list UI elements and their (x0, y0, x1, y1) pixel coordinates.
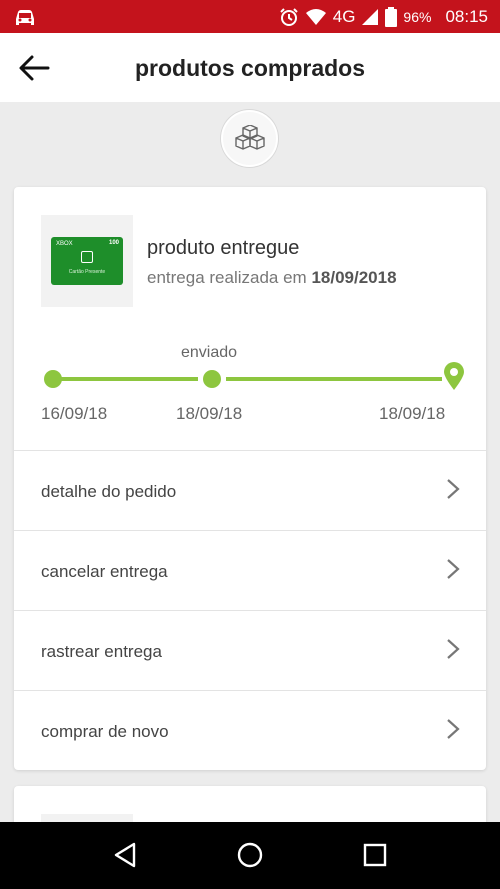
track-delivery-row[interactable]: rastrear entrega (14, 611, 486, 690)
signal-icon (362, 8, 379, 25)
map-pin-icon (444, 362, 464, 390)
row-label: detalhe do pedido (41, 482, 177, 501)
row-label: cancelar entrega (41, 562, 168, 581)
wifi-icon (305, 8, 326, 25)
row-label: comprar de novo (41, 722, 169, 741)
products-badge (221, 110, 278, 167)
timeline-dot-ordered (44, 370, 62, 388)
order-details-row[interactable]: detalhe do pedido (14, 451, 486, 530)
chevron-right-icon (447, 559, 460, 579)
delivery-timeline: enviado 16/09/18 18/09/18 18/09/18 (14, 337, 486, 432)
status-bar: 4G 96% 08:15 (0, 0, 500, 33)
nav-home-icon[interactable] (235, 840, 265, 870)
battery-icon (385, 6, 398, 27)
alarm-icon (280, 7, 298, 26)
network-type: 4G (332, 6, 356, 26)
delivery-date: 18/09/2018 (311, 268, 397, 287)
timeline-dot-shipped (203, 370, 221, 388)
nav-recents-icon[interactable] (360, 840, 390, 870)
shopping-bag-icon (81, 251, 93, 263)
timeline-date-2: 18/09/18 (176, 404, 243, 423)
system-nav-bar (0, 822, 500, 889)
delivery-status-subtitle: entrega realizada em 18/09/2018 (147, 268, 397, 287)
app-bar: produtos comprados (0, 33, 500, 102)
row-label: rastrear entrega (41, 642, 162, 661)
buy-again-row[interactable]: comprar de novo (14, 691, 486, 770)
boxes-icon (234, 124, 265, 150)
page-title: produtos comprados (134, 55, 365, 81)
clock: 08:15 (445, 6, 488, 26)
chevron-right-icon (447, 639, 460, 659)
timeline-date-3: 18/09/18 (379, 404, 446, 423)
car-icon (16, 10, 34, 25)
nav-back-icon[interactable] (110, 840, 140, 870)
order-card: XBOX 100 Cartão Presente produto entregu… (14, 187, 486, 770)
delivery-status-title: produto entregue (147, 237, 300, 259)
chevron-right-icon (447, 719, 460, 739)
product-thumbnail[interactable]: XBOX 100 Cartão Presente (41, 215, 133, 307)
chevron-right-icon (447, 479, 460, 499)
battery-level: 96% (403, 8, 432, 25)
timeline-date-1: 16/09/18 (41, 404, 108, 423)
cancel-delivery-row[interactable]: cancelar entrega (14, 531, 486, 610)
xbox-gift-card-image: XBOX 100 Cartão Presente (51, 237, 123, 285)
